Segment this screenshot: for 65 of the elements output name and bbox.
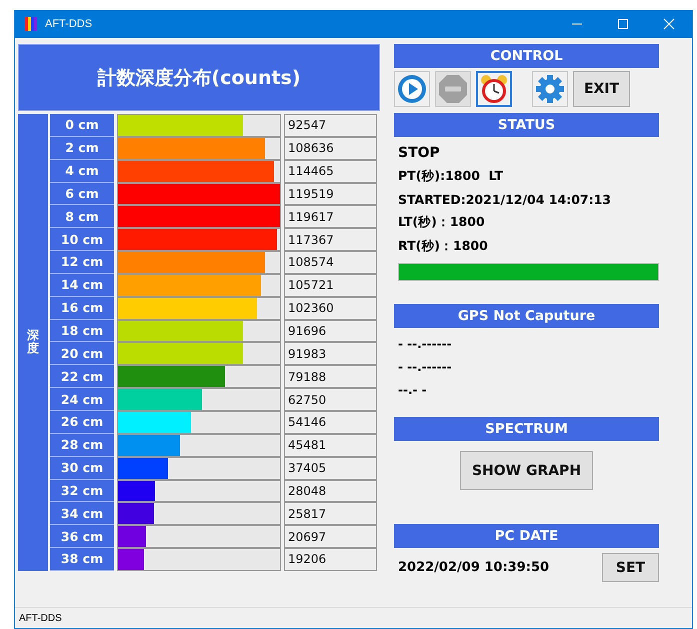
- exit-button[interactable]: EXIT: [573, 71, 630, 107]
- depth-label: 20 cm: [50, 342, 114, 366]
- set-button[interactable]: SET: [602, 553, 659, 582]
- depth-label: 26 cm: [50, 410, 114, 434]
- depth-label: 2 cm: [50, 136, 114, 160]
- count-value: 20697: [284, 525, 377, 548]
- gps-line: - --.------: [398, 337, 453, 351]
- depth-label: 38 cm: [50, 548, 114, 571]
- status-text: AFT-DDS: [19, 612, 62, 624]
- depth-label: 36 cm: [50, 525, 114, 548]
- chart-title: 計数深度分布(counts): [18, 44, 380, 111]
- status-state: STOP: [398, 145, 441, 161]
- count-value: 54146: [284, 410, 377, 434]
- window-title: AFT-DDS: [45, 18, 92, 30]
- section-header: CONTROL: [394, 44, 659, 68]
- settings-button[interactable]: [532, 71, 568, 107]
- count-value: 117367: [284, 228, 377, 252]
- depth-label: 32 cm: [50, 480, 114, 502]
- alarm-button[interactable]: [476, 71, 512, 107]
- depth-label: 12 cm: [50, 251, 114, 274]
- depth-label: 6 cm: [50, 182, 114, 206]
- depth-label: 18 cm: [50, 320, 114, 342]
- depth-label: 22 cm: [50, 365, 114, 388]
- count-value: 62750: [284, 388, 377, 411]
- gps-line: --.- -: [398, 383, 428, 397]
- pc-date-value: 2022/02/09 10:39:50: [398, 560, 550, 575]
- count-value: 105721: [284, 274, 377, 297]
- count-value: 102360: [284, 296, 377, 320]
- depth-label: 34 cm: [50, 502, 114, 526]
- play-button[interactable]: [394, 71, 430, 107]
- show-graph-button[interactable]: SHOW GRAPH: [460, 451, 593, 490]
- depth-label: 14 cm: [50, 274, 114, 297]
- count-value: 91983: [284, 342, 377, 366]
- status-line: PT(秒):1800 LT: [398, 168, 504, 185]
- depth-label: 30 cm: [50, 456, 114, 480]
- count-value: 19206: [284, 548, 377, 571]
- section-header: STATUS: [394, 113, 659, 137]
- count-value: 108636: [284, 136, 377, 160]
- section-header: GPS Not Caputure: [394, 304, 659, 328]
- count-value: 108574: [284, 251, 377, 274]
- status-line: LT(秒)：1800: [398, 214, 486, 231]
- section-header: SPECTRUM: [394, 417, 659, 441]
- count-value: 37405: [284, 456, 377, 480]
- count-value: 114465: [284, 160, 377, 183]
- count-value: 119519: [284, 182, 377, 206]
- axis-label: 深度: [18, 114, 48, 571]
- count-value: 45481: [284, 434, 377, 457]
- count-value: 91696: [284, 320, 377, 342]
- count-value: 25817: [284, 502, 377, 526]
- count-value: 92547: [284, 114, 377, 137]
- app-icon: [25, 17, 37, 31]
- depth-label: 24 cm: [50, 388, 114, 411]
- depth-label: 0 cm: [50, 114, 114, 137]
- depth-label: 16 cm: [50, 296, 114, 320]
- depth-label: 8 cm: [50, 205, 114, 228]
- depth-label: 4 cm: [50, 160, 114, 183]
- depth-label: 28 cm: [50, 434, 114, 457]
- status-line: RT(秒)：1800: [398, 238, 489, 255]
- section-header: PC DATE: [394, 524, 659, 548]
- status-line: STARTED:2021/12/04 14:07:13: [398, 192, 612, 207]
- count-value: 119617: [284, 205, 377, 228]
- count-value: 28048: [284, 480, 377, 502]
- gps-line: - --.------: [398, 360, 453, 374]
- depth-label: 10 cm: [50, 228, 114, 252]
- count-value: 79188: [284, 365, 377, 388]
